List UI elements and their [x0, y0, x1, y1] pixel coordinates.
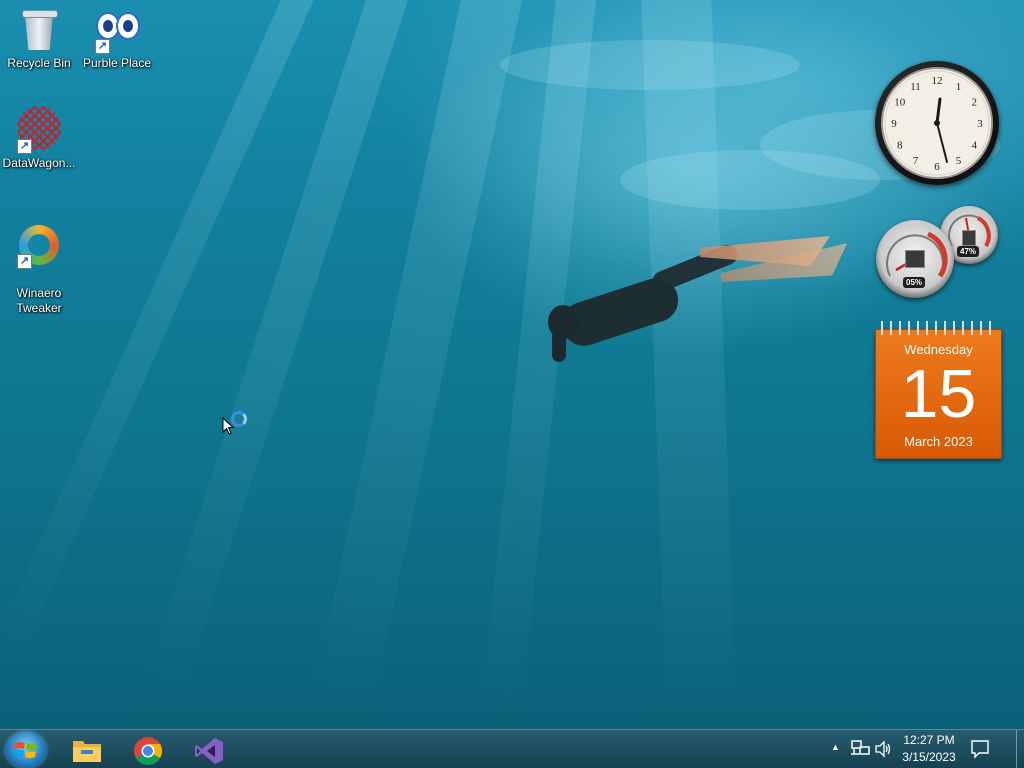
recycle-bin-icon	[15, 6, 63, 54]
desktop-icon-label: DataWagon...	[2, 156, 76, 170]
desktop-icon-recycle-bin[interactable]: Recycle Bin	[0, 6, 78, 71]
clock-numeral: 7	[913, 155, 919, 167]
taskbar: ▲ 12:27 PM 3/15/2023	[0, 729, 1024, 768]
show-desktop-button[interactable]	[1016, 730, 1024, 768]
action-center-icon[interactable]	[970, 739, 990, 759]
desktop-icon-winaero-tweaker[interactable]: ↗ Winaero Tweaker	[0, 206, 78, 331]
taskbar-visual-studio[interactable]	[181, 732, 237, 768]
calendar-day: 15	[900, 356, 977, 432]
cpu-meter-gadget[interactable]: 05%	[876, 220, 954, 298]
clock-numeral: 12	[932, 75, 943, 87]
desktop-icon-purble-place[interactable]: ↗ Purble Place	[78, 6, 156, 71]
datawagon-icon: ↗	[15, 106, 63, 154]
purble-place-icon: ↗	[93, 6, 141, 54]
shortcut-arrow-icon: ↗	[17, 139, 32, 154]
desktop-icon-label: Winaero Tweaker	[16, 286, 62, 315]
calendar-weekday: Wednesday	[904, 342, 973, 357]
clock-face: 12 1234567891011	[881, 67, 993, 179]
tray-date: 3/15/2023	[902, 750, 956, 764]
clock-gadget[interactable]: 12 1 2 3 4 5 6 7 8 9 10 11	[875, 61, 999, 185]
busy-spinner-icon	[231, 411, 247, 427]
file-explorer-icon	[73, 741, 101, 762]
clock-numeral: 6	[934, 161, 940, 173]
shortcut-arrow-icon: ↗	[17, 254, 32, 269]
light-ray	[640, 0, 737, 721]
taskbar-chrome[interactable]	[120, 732, 176, 768]
diver-arm	[552, 330, 566, 362]
desktop-icon-label: Recycle Bin	[7, 56, 71, 70]
clock-numeral: 1	[956, 81, 962, 93]
visual-studio-icon	[195, 738, 223, 764]
cpu-chip-icon	[905, 250, 925, 268]
clock-numeral: 9	[891, 118, 897, 130]
shortcut-arrow-icon: ↗	[95, 39, 110, 54]
surface-ripple	[500, 40, 800, 90]
clock-numeral: 10	[894, 97, 906, 109]
clock-numeral: 5	[956, 155, 962, 167]
calendar-page: Wednesday 15 March 2023	[875, 329, 1002, 459]
show-hidden-icons-button[interactable]: ▲	[831, 742, 840, 752]
clock-numeral: 11	[910, 81, 921, 93]
memory-chip-icon	[962, 230, 976, 246]
clock-numeral: 4	[971, 140, 977, 152]
calendar-month-year: March 2023	[904, 434, 973, 449]
desktop-icon-label: Purble Place	[82, 56, 152, 70]
tray-time: 12:27 PM	[903, 733, 955, 747]
clock-numeral: 8	[897, 140, 903, 152]
winaero-tweaker-icon: ↗	[15, 221, 63, 269]
chrome-icon	[134, 737, 162, 765]
start-button[interactable]	[6, 732, 46, 768]
memory-usage-label: 47%	[957, 246, 980, 257]
clock-numeral: 2	[971, 97, 977, 109]
desktop[interactable]: Recycle Bin ↗ Purble Place ↗ DataWagon..…	[0, 0, 1024, 768]
tray-clock[interactable]: 12:27 PM 3/15/2023	[896, 732, 962, 766]
network-icon[interactable]	[851, 740, 871, 758]
calendar-gadget[interactable]: Wednesday 15 March 2023	[875, 321, 1002, 459]
taskbar-file-explorer[interactable]	[59, 732, 115, 768]
desktop-icon-datawagon[interactable]: ↗ DataWagon...	[0, 106, 78, 171]
cpu-usage-label: 05%	[903, 277, 926, 288]
clock-numeral: 3	[977, 118, 983, 130]
windows-logo-icon	[14, 742, 37, 758]
calendar-binding-rings	[877, 321, 998, 335]
volume-icon[interactable]	[875, 740, 893, 758]
